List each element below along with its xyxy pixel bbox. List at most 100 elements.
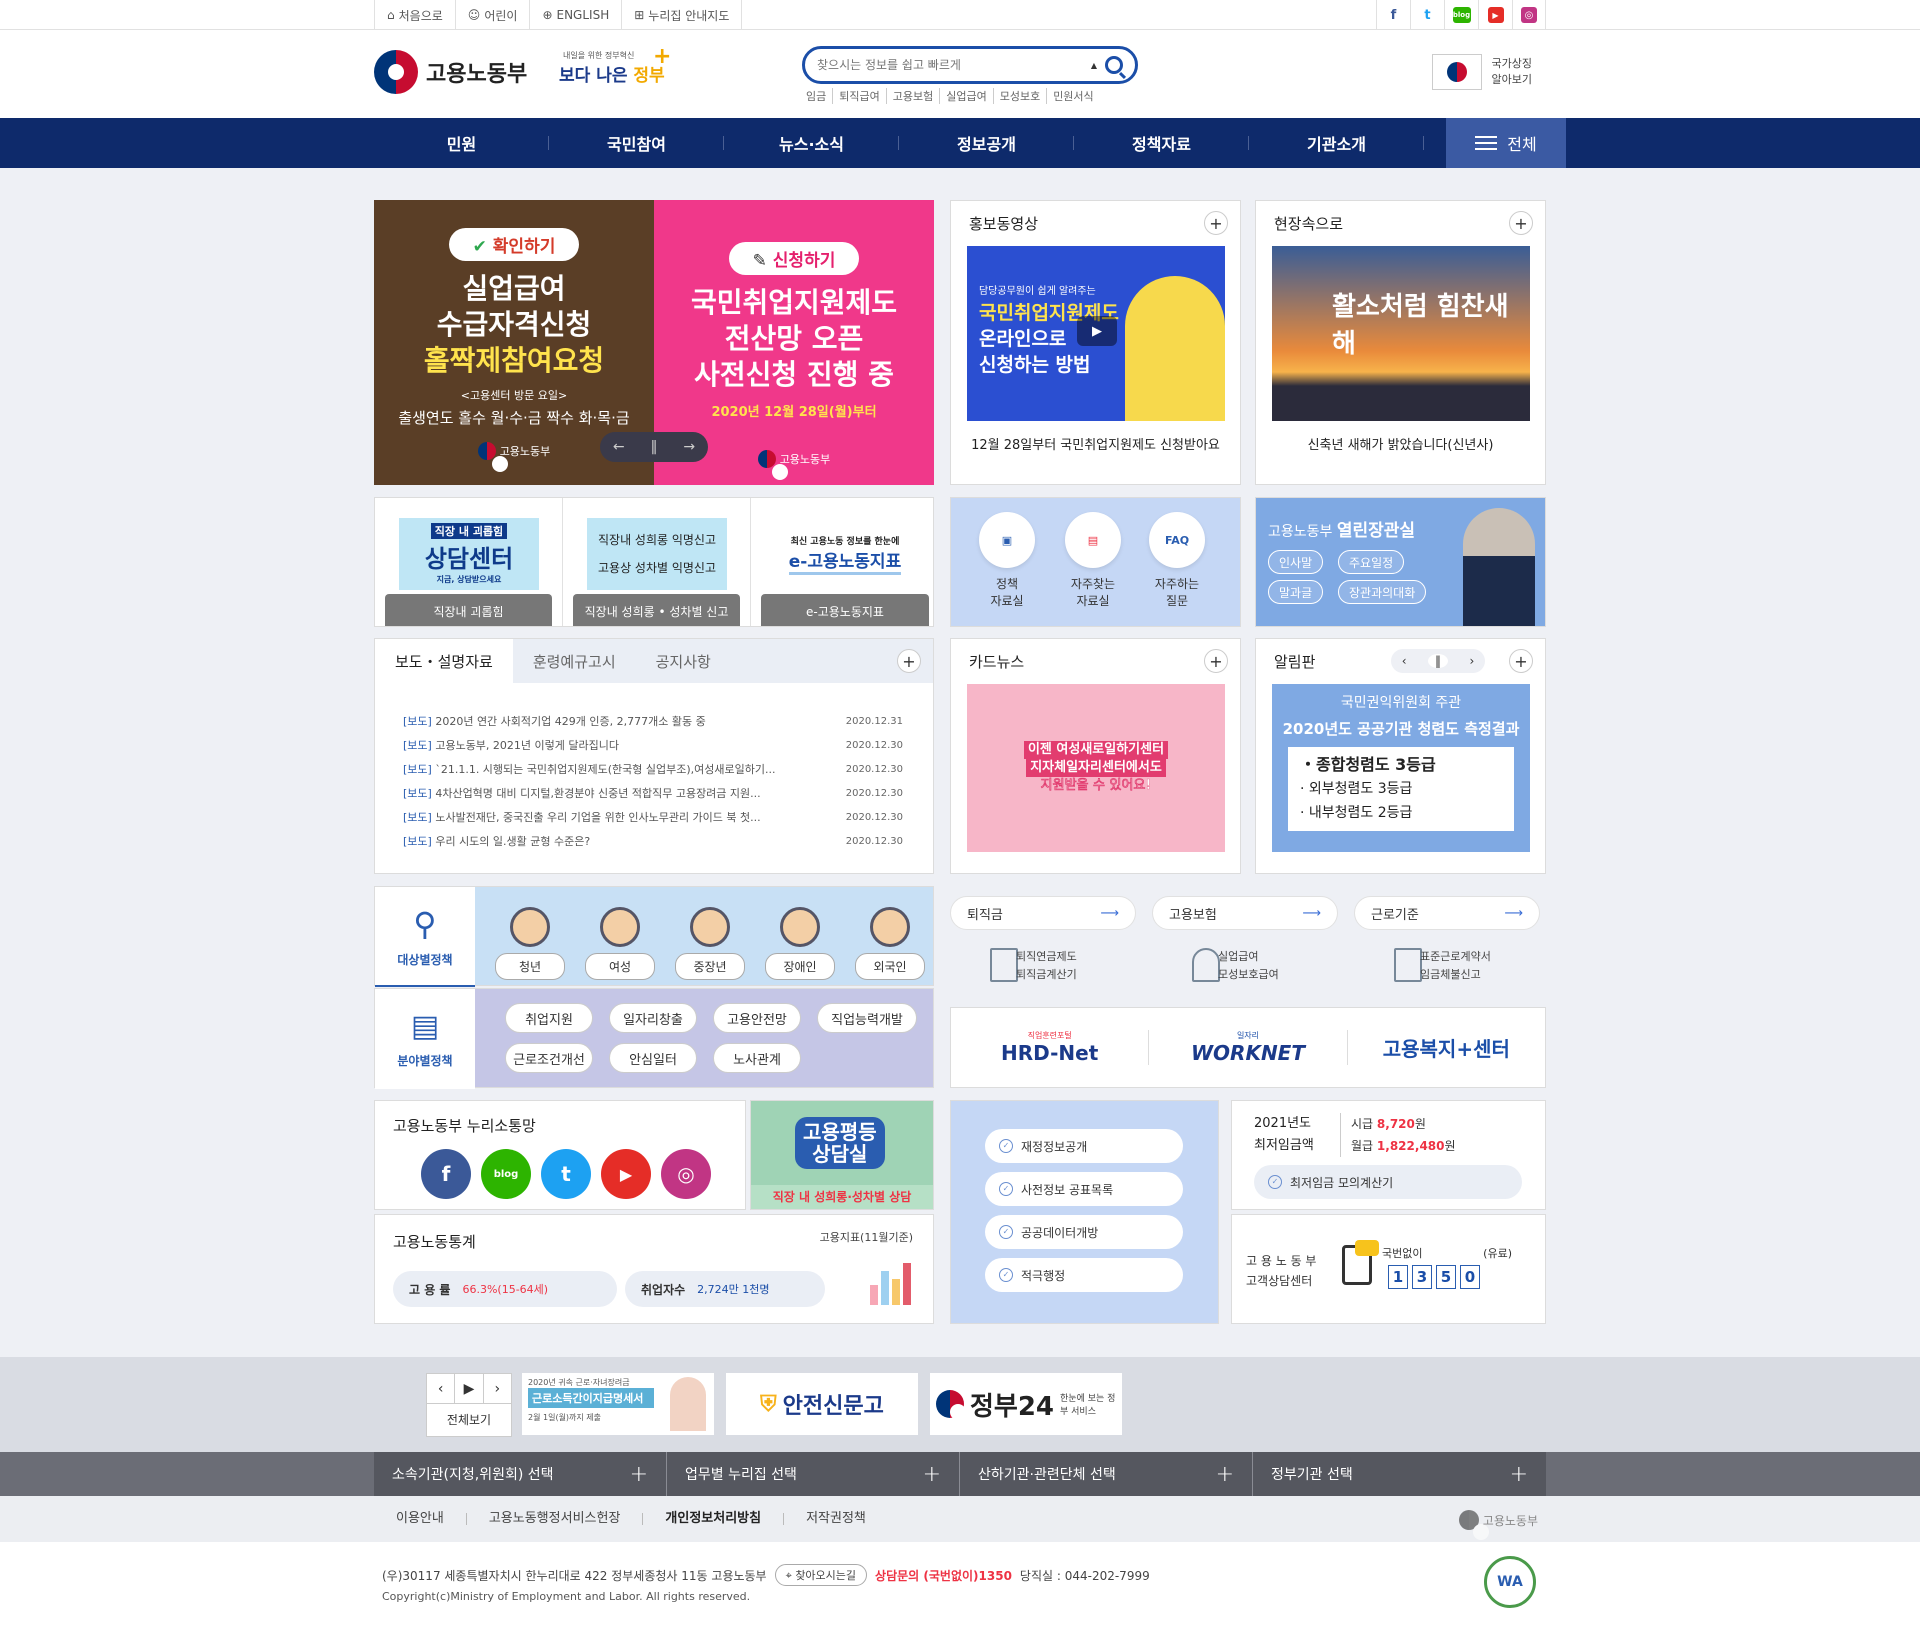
employed-count-stat[interactable]: 취업자수 2,724만 1천명 — [625, 1271, 825, 1307]
twitter-icon[interactable]: t — [541, 1149, 591, 1199]
video-thumbnail[interactable]: 담당공무원이 쉽게 알려주는 국민취업지원제도 온라인으로 신청하는 방법 ▶ — [967, 246, 1225, 421]
gov-innovation-slogan[interactable]: 내일을 위한 정부혁신 보다 나은 정부 + — [559, 44, 671, 96]
frequent-archive-icon[interactable]: ▤ — [1065, 512, 1121, 568]
service-employment-insurance[interactable]: 고용보험 ⟶ 실업급여 모성보호급여 — [1152, 886, 1352, 986]
keyword-link[interactable]: 고용보험 — [885, 88, 939, 104]
fiscal-info-button[interactable]: ✓ 재정정보공개 — [985, 1129, 1183, 1163]
prev-chevron-icon[interactable]: ‹ — [1402, 654, 1407, 668]
policy-safety-net-button[interactable]: 고용안전망 — [713, 1003, 801, 1033]
policy-skills-button[interactable]: 직업능력개발 — [817, 1003, 917, 1033]
youtube-link[interactable]: ▶ — [1478, 0, 1512, 30]
tab-press-release[interactable]: 보도・설명자료 — [375, 639, 513, 683]
pause-icon[interactable]: ‖ — [651, 439, 658, 455]
prev-chevron-icon[interactable]: ‹ — [427, 1374, 456, 1403]
privacy-policy-link[interactable]: 개인정보처리방침 — [642, 1512, 783, 1525]
next-chevron-icon[interactable]: › — [1469, 654, 1474, 668]
policy-safe-workplace-button[interactable]: 안심일터 — [609, 1043, 697, 1073]
gov-agency-select[interactable]: 정부기관 선택 + — [1253, 1452, 1546, 1496]
call-number[interactable]: 1350 — [1388, 1265, 1484, 1289]
keyword-link[interactable]: 임금 — [806, 88, 832, 104]
more-plus-icon[interactable]: + — [1509, 211, 1533, 235]
target-foreigner[interactable]: 외국인 — [855, 907, 925, 980]
related-org-select[interactable]: 산하기관·관련단체 선택 + — [960, 1452, 1253, 1496]
news-item[interactable]: [보도] 우리 시도의 일.생활 균형 수준은? 2020.12.30 — [403, 829, 903, 853]
caret-up-icon[interactable]: ▲ — [1091, 61, 1097, 70]
service-charter-link[interactable]: 고용노동행정서비스헌장 — [465, 1512, 643, 1525]
business-site-select[interactable]: 업무별 누리집 선택 + — [667, 1452, 960, 1496]
keyword-link[interactable]: 민원서식 — [1046, 88, 1099, 104]
facebook-link[interactable]: f — [1376, 0, 1410, 30]
search-input[interactable] — [817, 58, 1091, 72]
target-policy-tab[interactable]: ⚲ 대상별정책 — [375, 887, 475, 987]
prev-arrow-icon[interactable]: ← — [613, 439, 625, 455]
next-arrow-icon[interactable]: → — [683, 439, 695, 455]
policy-job-creation-button[interactable]: 일자리창출 — [609, 1003, 697, 1033]
site-logo[interactable]: 고용노동부 — [374, 50, 527, 94]
news-item[interactable]: [보도] 노사발전재단, 중국진출 우리 기업을 위한 인사노무관리 가이드 북… — [403, 805, 903, 829]
news-item[interactable]: [보도] 4차산업혁명 대비 디지털,환경분야 신중년 적합직무 고용장려금 지… — [403, 781, 903, 805]
policy-archive-icon[interactable]: ▣ — [979, 512, 1035, 568]
facebook-icon[interactable]: f — [421, 1149, 471, 1199]
service-severance[interactable]: 퇴직금 ⟶ 퇴직연금제도 퇴직금계산기 — [950, 886, 1150, 986]
employment-rate-stat[interactable]: 고 용 률 66.3%(15-64세) — [393, 1271, 617, 1307]
policy-working-conditions-button[interactable]: 근로조건개선 — [505, 1043, 593, 1073]
kids-link[interactable]: ☺ 어린이 — [454, 0, 530, 30]
target-middle-aged[interactable]: 중장년 — [675, 907, 745, 980]
minimum-wage-calculator-button[interactable]: ✓ 최저임금 모의계산기 — [1254, 1165, 1522, 1199]
usage-guide-link[interactable]: 이용안내 — [374, 1512, 466, 1525]
play-icon[interactable]: ▶ — [1077, 316, 1117, 346]
more-plus-icon[interactable]: + — [1509, 649, 1533, 673]
more-plus-icon[interactable]: + — [1204, 211, 1228, 235]
card-news-thumbnail[interactable]: 이젠 여성새로일하기센터 지자체일자리센터에서도 지원받을 수 있어요! — [967, 684, 1225, 852]
twitter-link[interactable]: t — [1410, 0, 1444, 30]
service-labor-standards[interactable]: 근로기준 ⟶ 표준근로계약서 임금체불신고 — [1354, 886, 1554, 986]
policy-employment-button[interactable]: 취업지원 — [505, 1003, 593, 1033]
speeches-button[interactable]: 말과글 — [1268, 580, 1324, 604]
nav-info-disclosure[interactable]: 정보공개 — [899, 118, 1074, 168]
policy-labor-relations-button[interactable]: 노사관계 — [713, 1043, 801, 1073]
blog-link[interactable]: blog — [1444, 0, 1478, 30]
greeting-button[interactable]: 인사말 — [1268, 550, 1324, 574]
home-link[interactable]: ⌂ 처음으로 — [374, 0, 455, 30]
news-item[interactable]: [보도] 2020년 연간 사회적기업 429개 인증, 2,777개소 활동 … — [403, 709, 903, 733]
nav-about[interactable]: 기관소개 — [1249, 118, 1424, 168]
youtube-icon[interactable]: ▶ — [601, 1149, 651, 1199]
news-item[interactable]: [보도] 고용노동부, 2021년 이렇게 달라집니다 2020.12.30 — [403, 733, 903, 757]
search-icon[interactable] — [1105, 56, 1123, 74]
keyword-link[interactable]: 퇴직급여 — [832, 88, 885, 104]
tab-notices[interactable]: 공지사항 — [636, 639, 731, 683]
affiliated-agency-select[interactable]: 소속기관(지청,위원회) 선택 + — [374, 1452, 667, 1496]
schedule-button[interactable]: 주요일정 — [1338, 550, 1405, 574]
play-icon[interactable]: ▶ — [455, 1374, 484, 1403]
target-disabled[interactable]: 장애인 — [765, 907, 835, 980]
nav-news[interactable]: 뉴스·소식 — [724, 118, 899, 168]
blog-icon[interactable]: blog — [481, 1149, 531, 1199]
harassment-center-banner[interactable]: 직장 내 괴롭힘 상담센터 지금, 상담받으세요 직장내 괴롭힘 — [375, 498, 563, 626]
worknet-link[interactable]: 일자리 WORKNET — [1149, 1030, 1348, 1065]
national-symbol-link[interactable]: 국가상징 알아보기 — [1431, 54, 1532, 90]
public-data-button[interactable]: ✓ 공공데이터개방 — [985, 1215, 1183, 1249]
integrity-result-banner[interactable]: 국민권익위원회 주관 2020년도 공공기관 청렴도 측정결과 ・종합청렴도 3… — [1272, 684, 1530, 852]
nav-policy-data[interactable]: 정책자료 — [1074, 118, 1249, 168]
english-link[interactable]: ⊕ ENGLISH — [529, 0, 621, 30]
e-labor-index-banner[interactable]: 최신 고용노동 정보를 한눈에 e-고용노동지표 e-고용노동지표 — [751, 498, 933, 626]
tab-regulations[interactable]: 훈령예규고시 — [513, 639, 636, 683]
field-policy-tab[interactable]: ▤ 분야별정책 — [375, 989, 475, 1089]
news-item[interactable]: [보도] `21.1.1. 시행되는 국민취업지원제도(한국형 실업부조),여성… — [403, 757, 903, 781]
nav-all-menu-button[interactable]: 전체 — [1446, 118, 1566, 168]
nav-civil-service[interactable]: 민원 — [374, 118, 549, 168]
gov24-banner[interactable]: 정부24 한눈에 보는 정부 서비스 — [930, 1373, 1122, 1435]
more-plus-icon[interactable]: + — [1204, 649, 1228, 673]
instagram-link[interactable]: ◎ — [1512, 0, 1546, 30]
copyright-policy-link[interactable]: 저작권정책 — [783, 1512, 888, 1525]
directions-button[interactable]: ⌖ 찾아오시는길 — [774, 1564, 868, 1586]
keyword-link[interactable]: 모성보호 — [992, 88, 1046, 104]
anonymous-report-banner[interactable]: 직장내 성희롱 익명신고 고용상 성차별 익명신고 직장내 성희롱 • 성차별 신… — [563, 498, 751, 626]
nav-participation[interactable]: 국민참여 — [549, 118, 724, 168]
frequent-archive-link[interactable]: 자주찾는 자료실 — [1053, 576, 1133, 610]
safety-report-banner[interactable]: ⛨ 안전신문고 — [726, 1373, 918, 1435]
next-chevron-icon[interactable]: › — [484, 1374, 511, 1403]
pause-icon[interactable]: ‖ — [1427, 654, 1448, 668]
target-women[interactable]: 여성 — [585, 907, 655, 980]
more-plus-icon[interactable]: + — [897, 649, 921, 673]
